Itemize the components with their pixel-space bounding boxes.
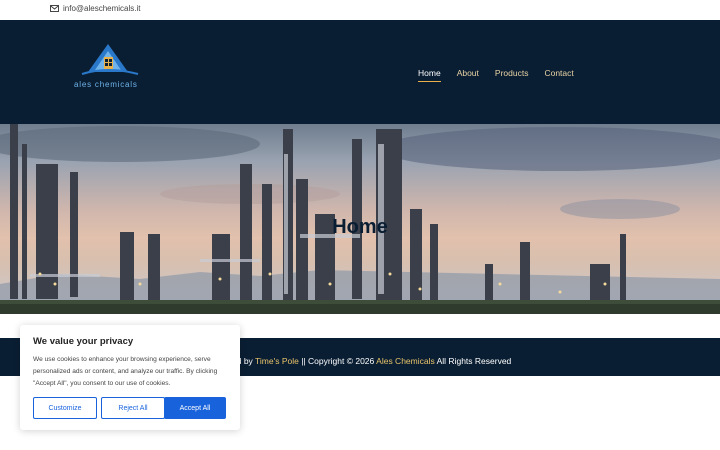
- hero-banner: Home: [0, 124, 720, 314]
- cookie-heading: We value your privacy: [33, 336, 134, 347]
- footer-middle: || Copyright © 2026: [298, 356, 377, 366]
- nav-item-contact[interactable]: Contact: [544, 68, 573, 78]
- site-header: ales chemicals Home About Products Conta…: [0, 20, 720, 124]
- brand-logo[interactable]: ales chemicals: [74, 42, 146, 90]
- main-nav: Home About Products Contact: [418, 68, 574, 82]
- top-bar: info@aleschemicals.it: [0, 0, 720, 20]
- email-text: info@aleschemicals.it: [63, 4, 141, 13]
- mail-icon: [50, 5, 59, 12]
- nav-item-products[interactable]: Products: [495, 68, 529, 78]
- footer-designer-link[interactable]: Time's Pole: [255, 356, 299, 366]
- footer-copyright: ed by Time's Pole || Copyright © 2026 Al…: [232, 356, 511, 366]
- page-title: Home: [332, 216, 388, 238]
- page: info@aleschemicals.it ales chemicals Hom…: [0, 0, 720, 450]
- nav-item-about[interactable]: About: [457, 68, 479, 78]
- accept-all-button[interactable]: Accept All: [164, 397, 226, 419]
- factory-logo-icon: [81, 44, 139, 75]
- footer-suffix: All Rights Reserved: [434, 356, 512, 366]
- cookie-consent-banner: We value your privacy We use cookies to …: [20, 325, 240, 430]
- customize-button[interactable]: Customize: [33, 397, 97, 419]
- brand-name: ales chemicals: [74, 80, 138, 89]
- nav-item-home[interactable]: Home: [418, 68, 441, 82]
- footer-company-link[interactable]: Ales Chemicals: [376, 356, 435, 366]
- email-link[interactable]: info@aleschemicals.it: [50, 4, 140, 13]
- reject-all-button[interactable]: Reject All: [101, 397, 165, 419]
- cookie-body: We use cookies to enhance your browsing …: [33, 356, 218, 387]
